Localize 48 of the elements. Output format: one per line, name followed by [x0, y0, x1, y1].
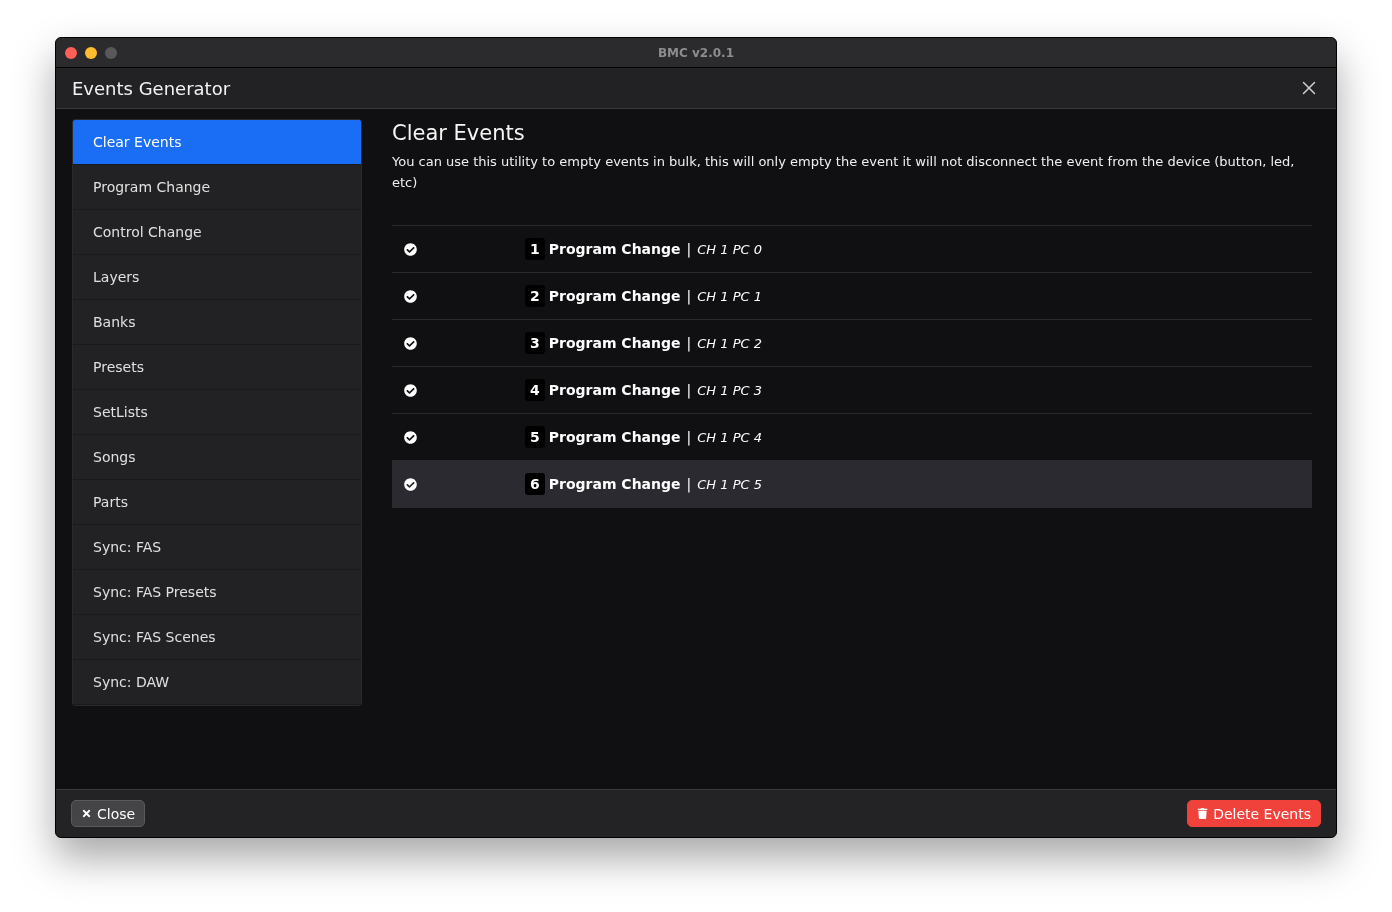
event-detail: CH 1 PC 3: [697, 382, 762, 398]
window-title: BMC v2.0.1: [657, 45, 735, 60]
delete-events-button[interactable]: Delete Events: [1187, 800, 1321, 827]
sidebar-item[interactable]: Presets: [73, 345, 361, 390]
event-name: Program Change: [548, 382, 681, 398]
event-name: Program Change: [548, 476, 681, 492]
dialog-title: Events Generator: [72, 77, 231, 99]
sidebar-item[interactable]: Sync: FAS Scenes: [73, 615, 361, 660]
separator: |: [686, 335, 692, 351]
event-number: 4: [525, 379, 545, 401]
sidebar-item[interactable]: Banks: [73, 300, 361, 345]
close-button[interactable]: Close: [71, 800, 146, 827]
sidebar-item[interactable]: Sync: FAS Presets: [73, 570, 361, 615]
sidebar-item[interactable]: Parts: [73, 480, 361, 525]
minimize-window-icon[interactable]: [85, 46, 97, 59]
event-detail: CH 1 PC 2: [697, 335, 762, 351]
close-window-icon[interactable]: [65, 46, 77, 59]
separator: |: [686, 476, 692, 492]
event-number: 1: [525, 238, 545, 260]
separator: |: [686, 288, 692, 304]
event-detail: CH 1 PC 5: [697, 476, 762, 492]
event-number: 2: [525, 285, 545, 307]
section-heading: Clear Events: [392, 121, 526, 145]
sidebar-item[interactable]: Control Change: [73, 210, 361, 255]
separator: |: [686, 429, 692, 445]
sidebar-item[interactable]: Program Change: [73, 165, 361, 210]
event-detail: CH 1 PC 0: [697, 241, 762, 257]
event-detail: CH 1 PC 1: [697, 288, 762, 304]
sidebar-item[interactable]: Songs: [73, 435, 361, 480]
sidebar-item[interactable]: SetLists: [73, 390, 361, 435]
event-number: 6: [525, 473, 545, 495]
sidebar-item[interactable]: Sync: DAW: [73, 660, 361, 705]
event-row[interactable]: 6 Program Change | CH 1 PC 5: [392, 461, 1312, 508]
event-name: Program Change: [548, 335, 681, 351]
event-number: 5: [525, 426, 545, 448]
separator: |: [686, 382, 692, 398]
sidebar-item[interactable]: Clear Events: [73, 120, 361, 165]
separator: |: [686, 241, 692, 257]
sidebar-item[interactable]: Layers: [73, 255, 361, 300]
event-name: Program Change: [548, 241, 681, 257]
trash-icon: [1197, 808, 1209, 819]
x-icon: [81, 808, 92, 819]
event-number: 3: [525, 332, 545, 354]
section-description: You can use this utility to empty events in bulk, this will only empty the event it will not disconnect the event from the device (button, led, etc): [392, 153, 1296, 192]
sidebar-item[interactable]: Sync: FAS: [73, 525, 361, 570]
event-name: Program Change: [548, 288, 681, 304]
event-name: Program Change: [548, 429, 681, 445]
event-detail: CH 1 PC 4: [697, 429, 762, 445]
